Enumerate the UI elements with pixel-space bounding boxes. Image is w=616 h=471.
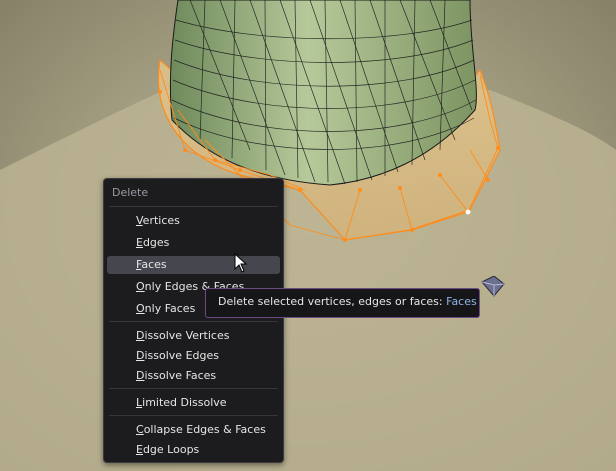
- menu-item-vertices[interactable]: Vertices: [107, 212, 280, 230]
- menu-item-dissolve-faces[interactable]: Dissolve Faces: [107, 367, 280, 385]
- menu-item-dissolve-vertices[interactable]: Dissolve Vertices: [107, 327, 280, 345]
- delete-menu: Delete Vertices Edges Faces Only Edges &…: [103, 178, 284, 463]
- menu-item-edge-loops[interactable]: Edge Loops: [107, 441, 280, 459]
- 3d-viewport[interactable]: [0, 0, 616, 471]
- menu-item-collapse-edges-faces[interactable]: Collapse Edges & Faces: [107, 421, 280, 439]
- menu-separator: [109, 415, 278, 416]
- tooltip-text: Delete selected vertices, edges or faces…: [218, 295, 447, 308]
- mesh-scene: [0, 0, 616, 471]
- tooltip-value: Faces: [446, 295, 477, 308]
- menu-item-dissolve-edges[interactable]: Dissolve Edges: [107, 347, 280, 365]
- arrow-cursor-icon: [234, 253, 248, 273]
- menu-item-edges[interactable]: Edges: [107, 234, 280, 252]
- tooltip: Delete selected vertices, edges or faces…: [205, 288, 480, 318]
- menu-separator: [109, 321, 278, 322]
- menu-item-limited-dissolve[interactable]: Limited Dissolve: [107, 394, 280, 412]
- light-gizmo-icon[interactable]: [480, 276, 506, 298]
- menu-title: Delete: [112, 186, 149, 199]
- menu-separator: [109, 206, 278, 207]
- menu-separator: [109, 388, 278, 389]
- menu-item-faces[interactable]: Faces: [107, 256, 280, 274]
